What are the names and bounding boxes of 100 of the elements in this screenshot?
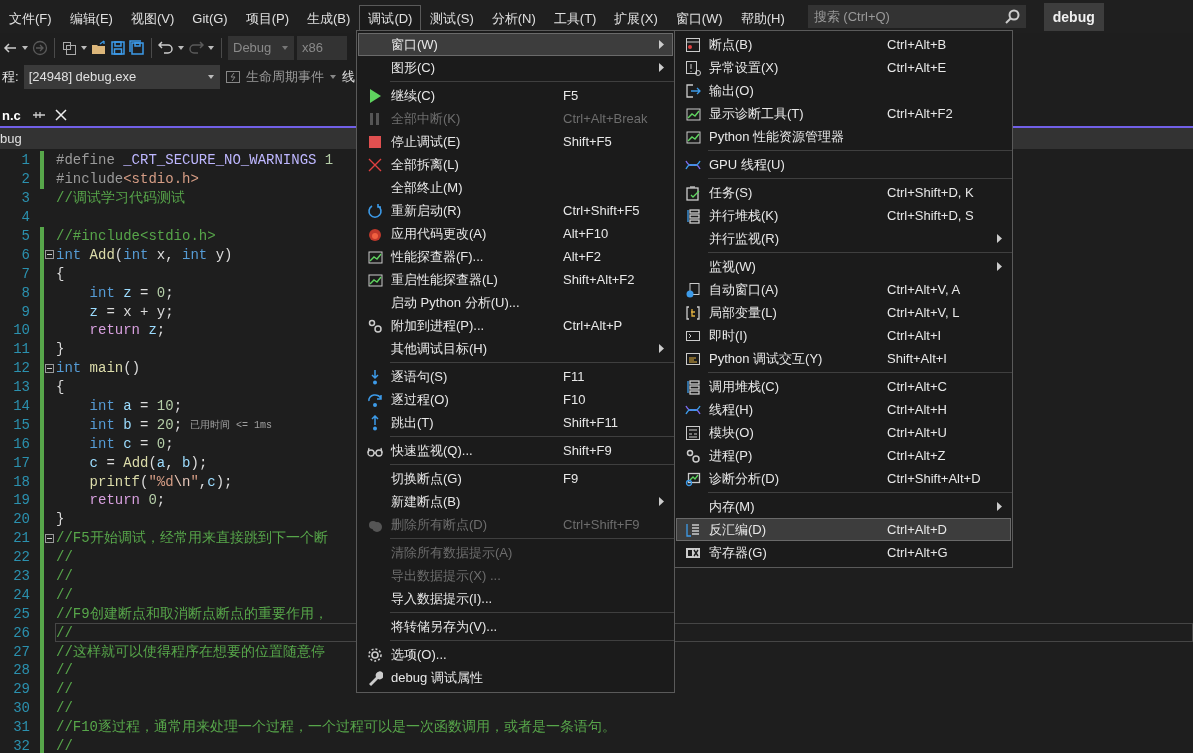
menu-item[interactable]: debug 调试属性	[358, 666, 673, 689]
line-number: 6	[20, 246, 30, 263]
menu-bar-item[interactable]: 帮助(H)	[731, 4, 794, 32]
menu-item[interactable]: 反汇编(D) Ctrl+Alt+D	[676, 518, 1011, 541]
gears-icon	[685, 447, 701, 464]
menu-item[interactable]: 任务(S) Ctrl+Shift+D, K	[676, 181, 1011, 204]
menu-item[interactable]: 逐过程(O) F10	[358, 388, 673, 411]
save-all-icon[interactable]	[129, 39, 145, 56]
menu-item[interactable]: 输出(O)	[676, 79, 1011, 102]
caret-icon	[80, 43, 88, 52]
chart-icon	[685, 105, 701, 122]
menu-item[interactable]: 选项(O)...	[358, 643, 673, 666]
line-number: 12	[12, 360, 30, 377]
code-line: }	[55, 340, 66, 359]
code-line: //F9创建断点和取消断点断点的重要作用，	[55, 604, 329, 624]
menu-item[interactable]: 跳出(T) Shift+F11	[358, 411, 673, 434]
menu-bar-item[interactable]: 文件(F)	[0, 4, 61, 32]
menu-item[interactable]: 即时(I) Ctrl+Alt+I	[676, 324, 1011, 347]
breakpoint-window-icon	[685, 36, 701, 53]
menu-item[interactable]: 内存(M)	[676, 495, 1011, 518]
code-line: //	[55, 585, 74, 605]
caret-icon	[21, 43, 29, 52]
line-number: 8	[20, 284, 30, 301]
menu-bar-item[interactable]: 工具(T)	[544, 4, 606, 32]
code-line: return 0;	[88, 491, 167, 510]
menu-item[interactable]: 快速监视(Q)... Shift+F9	[358, 439, 673, 462]
menu-item[interactable]: 显示诊断工具(T) Ctrl+Alt+F2	[676, 102, 1011, 125]
menu-item[interactable]: 寄存器(G) Ctrl+Alt+G	[676, 541, 1011, 564]
menu-bar-item[interactable]: Git(G)	[183, 4, 237, 32]
menu-item[interactable]: 窗口(W)	[358, 33, 673, 56]
new-project-icon[interactable]	[61, 39, 77, 56]
open-folder-icon[interactable]	[91, 39, 107, 56]
line-number: 3	[20, 190, 30, 207]
undo-icon[interactable]	[158, 39, 174, 56]
caret-icon	[177, 43, 185, 52]
menu-bar-item[interactable]: 生成(B)	[298, 4, 360, 32]
collapse-icon[interactable]	[45, 363, 54, 373]
menu-item[interactable]: 性能探查器(F)... Alt+F2	[358, 245, 673, 268]
code-line: //	[55, 661, 74, 680]
pin-icon	[30, 109, 45, 121]
menu-item[interactable]: 其他调试目标(H)	[358, 337, 673, 360]
menu-item[interactable]: 断点(B) Ctrl+Alt+B	[676, 33, 1011, 56]
line-number: 11	[12, 341, 30, 358]
menu-bar-item[interactable]: 视图(V)	[121, 4, 184, 32]
line-number: 13	[12, 379, 30, 396]
play-icon	[367, 87, 383, 104]
menu-item[interactable]: 逐语句(S) F11	[358, 365, 673, 388]
line-number: 23	[12, 568, 30, 585]
restart-icon	[367, 202, 383, 219]
menu-bar-item[interactable]: 扩展(X)	[605, 4, 667, 32]
console-icon	[685, 350, 701, 367]
menu-item[interactable]: 异常设置(X) Ctrl+Alt+E	[676, 56, 1011, 79]
line-number: 1	[20, 152, 30, 169]
line-number: 31	[12, 719, 30, 736]
menu-item[interactable]: 模块(O) Ctrl+Alt+U	[676, 421, 1011, 444]
menu-item[interactable]: 重启性能探查器(L) Shift+Alt+F2	[358, 268, 673, 291]
process-dropdown[interactable]: [24948] debug.exe	[23, 64, 220, 89]
menu-item[interactable]: 诊断分析(D) Ctrl+Shift+Alt+D	[676, 467, 1011, 490]
thread-label: 线	[341, 67, 355, 86]
menu-bar-item[interactable]: 调试(D)	[359, 4, 422, 32]
menu-item[interactable]: 启动 Python 分析(U)...	[358, 291, 673, 314]
menu-item[interactable]: 应用代码更改(A) Alt+F10	[358, 222, 673, 245]
line-number: 26	[12, 624, 30, 641]
menu-item[interactable]: 继续(C) F5	[358, 84, 673, 107]
menu-item[interactable]: 自动窗口(A) Ctrl+Alt+V, A	[676, 278, 1011, 301]
menu-bar-item[interactable]: 分析(N)	[482, 4, 545, 32]
menu-bar-item[interactable]: 测试(S)	[421, 4, 483, 32]
caret-icon	[207, 43, 215, 52]
menu-item[interactable]: Python 调试交互(Y) Shift+Alt+I	[676, 347, 1011, 370]
save-icon[interactable]	[110, 39, 126, 56]
menu-item[interactable]: 停止调试(E) Shift+F5	[358, 130, 673, 153]
menu-item[interactable]: 重新启动(R) Ctrl+Shift+F5	[358, 199, 673, 222]
disassembly-icon	[685, 521, 701, 538]
collapse-icon[interactable]	[45, 533, 54, 543]
menu-bar-item[interactable]: 编辑(E)	[60, 4, 122, 32]
menu-item[interactable]: 新建断点(B)	[358, 490, 673, 513]
search-field[interactable]: 搜索 (Ctrl+Q)	[807, 5, 1026, 28]
menu-item[interactable]: 导入数据提示(I)...	[358, 587, 673, 610]
menu-bar-item[interactable]: 项目(P)	[236, 4, 299, 32]
menu-item[interactable]: 全部拆离(L)	[358, 153, 673, 176]
menu-item[interactable]: 并行堆栈(K) Ctrl+Shift+D, S	[676, 204, 1011, 227]
project-path: bug	[0, 131, 22, 146]
chart-icon	[367, 248, 383, 265]
menu-item[interactable]: 全部终止(M)	[358, 176, 673, 199]
menu-item[interactable]: Python 性能资源管理器	[676, 125, 1011, 148]
menu-item[interactable]: 局部变量(L) Ctrl+Alt+V, L	[676, 301, 1011, 324]
menu-item[interactable]: 进程(P) Ctrl+Alt+Z	[676, 444, 1011, 467]
menu-item[interactable]: 图形(C)	[358, 56, 673, 79]
menu-item[interactable]: 附加到进程(P)... Ctrl+Alt+P	[358, 314, 673, 337]
menu-item[interactable]: 监视(W)	[676, 255, 1011, 278]
menu-bar-item[interactable]: 窗口(W)	[666, 4, 732, 32]
wrench-icon	[367, 669, 383, 686]
collapse-icon[interactable]	[45, 250, 54, 260]
menu-item[interactable]: 并行监视(R)	[676, 227, 1011, 250]
menu-item[interactable]: 调用堆栈(C) Ctrl+Alt+C	[676, 375, 1011, 398]
menu-item[interactable]: GPU 线程(U)	[676, 153, 1011, 176]
menu-item[interactable]: 切换断点(G) F9	[358, 467, 673, 490]
code-line: int b = 20; 已用时间 <= 1ms	[88, 415, 274, 435]
lifecycle-events-dropdown[interactable]: 生命周期事件	[245, 67, 324, 86]
menu-item[interactable]: 线程(H) Ctrl+Alt+H	[676, 398, 1011, 421]
